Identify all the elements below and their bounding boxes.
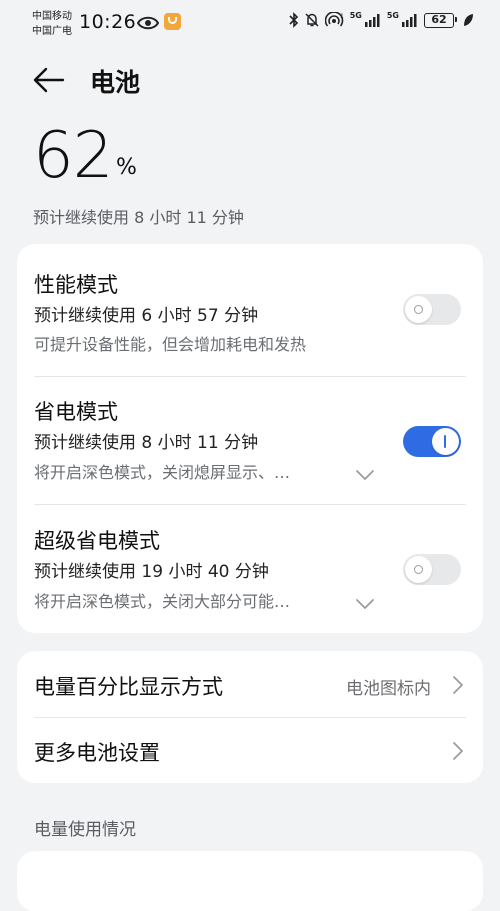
super-power-saving-mode-title: 超级省电模式 bbox=[34, 529, 160, 553]
super-power-saving-mode-estimate: 预计继续使用 19 小时 40 分钟 bbox=[34, 562, 269, 582]
battery-icon: 62 bbox=[424, 12, 457, 28]
page-title: 电池 bbox=[90, 68, 141, 97]
carrier-1: 中国移动 bbox=[32, 11, 72, 22]
power-modes-card: 性能模式 预计继续使用 6 小时 57 分钟 可提升设备性能，但会增加耗电和发热… bbox=[17, 244, 483, 633]
signal-icon bbox=[364, 12, 382, 28]
hotspot-icon: 1 bbox=[324, 12, 345, 28]
more-battery-settings-label: 更多电池设置 bbox=[34, 741, 160, 765]
power-saving-mode-title: 省电模式 bbox=[34, 400, 118, 424]
super-power-saving-mode-description: 将开启深色模式，关闭大部分可能… bbox=[34, 592, 291, 611]
signal-icon bbox=[401, 12, 419, 28]
performance-mode-estimate: 预计继续使用 6 小时 57 分钟 bbox=[34, 306, 259, 326]
more-battery-settings-row[interactable]: 更多电池设置 bbox=[17, 718, 483, 783]
battery-percent: 62 bbox=[33, 119, 113, 193]
mute-icon bbox=[304, 12, 320, 28]
chevron-right-icon bbox=[452, 675, 464, 699]
status-time: 10:26 bbox=[79, 11, 137, 33]
usage-card bbox=[17, 851, 483, 911]
leaf-icon bbox=[462, 13, 474, 27]
status-icons: 1 5G 5G 62 bbox=[289, 12, 474, 28]
chevron-down-icon[interactable] bbox=[355, 466, 375, 485]
power-saving-mode-toggle[interactable] bbox=[403, 426, 461, 457]
bluetooth-icon bbox=[289, 12, 299, 28]
eye-icon bbox=[136, 15, 160, 34]
carrier-2: 中国广电 bbox=[32, 26, 72, 37]
usage-section-label: 电量使用情况 bbox=[34, 820, 136, 840]
performance-mode-title: 性能模式 bbox=[34, 273, 118, 297]
percentage-display-label: 电量百分比显示方式 bbox=[34, 675, 223, 699]
super-power-saving-mode-toggle[interactable] bbox=[403, 554, 461, 585]
divider bbox=[34, 376, 466, 377]
sim2-network-tag: 5G bbox=[386, 11, 399, 20]
app-notification-icon bbox=[164, 13, 181, 30]
percentage-display-row[interactable]: 电量百分比显示方式 电池图标内 bbox=[17, 651, 483, 717]
percent-symbol: % bbox=[116, 155, 137, 180]
divider bbox=[34, 504, 466, 505]
battery-estimate: 预计继续使用 8 小时 11 分钟 bbox=[33, 208, 244, 227]
power-saving-mode-estimate: 预计继续使用 8 小时 11 分钟 bbox=[34, 433, 259, 453]
battery-settings-card: 电量百分比显示方式 电池图标内 更多电池设置 bbox=[17, 651, 483, 783]
svg-text:1: 1 bbox=[340, 13, 344, 20]
chevron-right-icon bbox=[452, 741, 464, 765]
percentage-display-value: 电池图标内 bbox=[346, 679, 431, 699]
back-arrow-icon[interactable] bbox=[33, 66, 65, 98]
performance-mode-toggle[interactable] bbox=[403, 294, 461, 325]
power-saving-mode-description: 将开启深色模式，关闭熄屏显示、… bbox=[34, 463, 291, 482]
chevron-down-icon[interactable] bbox=[355, 595, 375, 614]
performance-mode-description: 可提升设备性能，但会增加耗电和发热 bbox=[34, 335, 307, 354]
sim1-network-tag: 5G bbox=[349, 11, 362, 20]
